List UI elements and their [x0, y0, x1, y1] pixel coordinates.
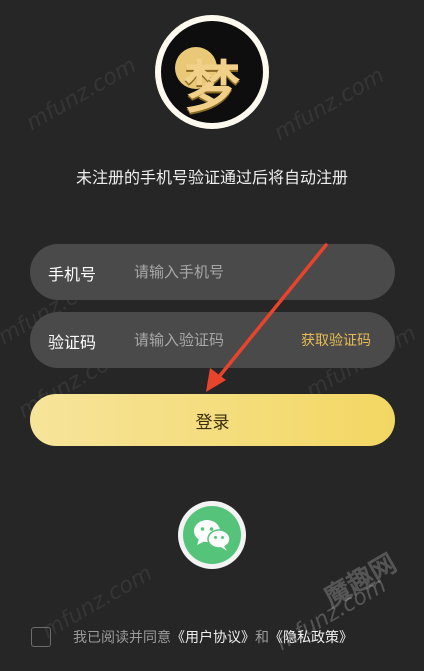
code-field[interactable]: 验证码 获取验证码 [30, 312, 395, 368]
watermark-brand: 魔趣网 [319, 548, 402, 614]
login-button[interactable]: 登录 [30, 394, 395, 446]
agreement-checkbox[interactable] [31, 627, 51, 647]
logo-char: 梦 [184, 55, 240, 121]
privacy-policy-link[interactable]: 《隐私政策》 [269, 630, 353, 646]
get-code-button[interactable]: 获取验证码 [301, 330, 371, 350]
register-hint: 未注册的手机号验证通过后将自动注册 [75, 168, 348, 187]
agreement-text: 我已阅读并同意《用户协议》和《隐私政策》 [73, 627, 353, 647]
phone-field[interactable]: 手机号 [30, 244, 395, 300]
agreement-prefix: 我已阅读并同意 [73, 630, 171, 646]
watermark-text: mfunz.com [269, 63, 389, 146]
user-agreement-link[interactable]: 《用户协议》 [171, 630, 255, 646]
watermark-brand-text: 魔趣网 [319, 548, 402, 614]
logo-badge: 梦 [161, 21, 263, 123]
phone-label: 手机号 [48, 265, 97, 284]
wechat-icon [183, 506, 241, 564]
watermark-text: mfunz.com [21, 53, 141, 136]
wechat-login-button[interactable] [178, 501, 246, 569]
agreement-row: 我已阅读并同意《用户协议》和《隐私政策》 [31, 627, 353, 647]
phone-input[interactable] [134, 258, 294, 286]
code-input[interactable] [134, 326, 294, 354]
code-label: 验证码 [48, 333, 97, 352]
app-logo: 梦 [155, 15, 269, 129]
agreement-and: 和 [255, 630, 269, 646]
